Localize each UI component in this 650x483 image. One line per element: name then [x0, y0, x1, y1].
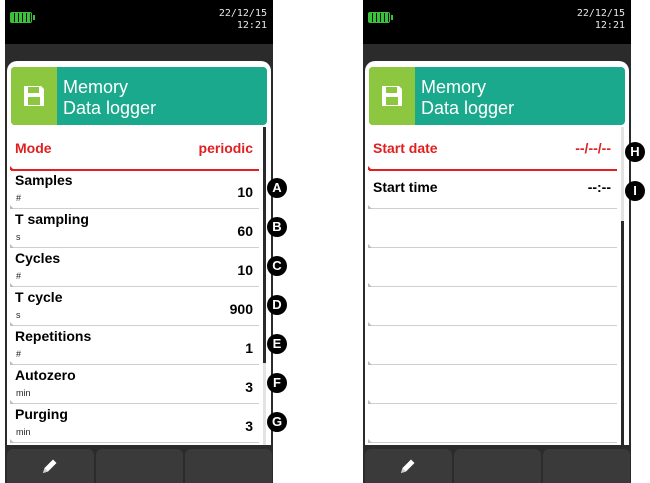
page-title: Memory Data logger [421, 77, 514, 119]
row-label: T sampling [15, 211, 89, 227]
row-label: T cycle [15, 289, 63, 305]
row-empty [368, 248, 617, 287]
callout-marker-h: H [625, 142, 645, 162]
row-label: Autozero [15, 367, 76, 383]
battery-icon [368, 12, 393, 23]
row-purging[interactable]: Purging min 3 [10, 404, 259, 443]
page-title: Memory Data logger [63, 77, 156, 119]
time-text: 12:21 [236, 20, 267, 31]
row-value: 3 [245, 418, 253, 434]
page-header: Memory Data logger [369, 67, 625, 125]
row-empty [368, 404, 617, 443]
row-label: Samples [15, 172, 73, 188]
status-bar: 22/12/15 12:21 [363, 0, 631, 44]
header-icon-box [369, 67, 415, 125]
battery-icon [10, 12, 35, 23]
row-t-cycle[interactable]: T cycle s 900 [10, 287, 259, 326]
row-value: 900 [229, 301, 253, 317]
time-text: 12:21 [594, 20, 625, 31]
callout-marker-g: G [267, 412, 287, 432]
row-empty [368, 287, 617, 326]
row-value: 10 [237, 262, 253, 278]
title-line-1: Memory [421, 77, 487, 97]
status-bar: 22/12/15 12:21 [5, 0, 273, 44]
row-label: Cycles [15, 250, 61, 266]
row-value: --/--/-- [575, 140, 611, 156]
row-unit: # [16, 193, 22, 203]
scroll-thumb[interactable] [263, 127, 266, 363]
device-screen-right: 22/12/15 12:21 Memory Data logger Start … [363, 0, 631, 483]
callout-marker-i: I [625, 181, 645, 201]
callout-marker-d: D [267, 295, 287, 315]
row-label: Mode [15, 140, 52, 156]
row-empty [368, 209, 617, 248]
date-text: 22/12/15 [576, 8, 625, 19]
scrollbar[interactable] [621, 127, 624, 445]
callout-marker-a: A [267, 178, 287, 198]
callout-marker-c: C [267, 256, 287, 276]
callout-marker-f: F [267, 373, 287, 393]
datetime: 22/12/15 12:21 [219, 8, 267, 32]
row-value: 60 [237, 223, 253, 239]
device-screen-left: 22/12/15 12:21 Memory Data logger Mode p… [5, 0, 273, 483]
save-icon [382, 86, 402, 106]
callout-marker-e: E [267, 334, 287, 354]
row-unit: s [16, 310, 21, 320]
scroll-thumb[interactable] [621, 221, 624, 445]
date-text: 22/12/15 [218, 8, 267, 19]
title-line-2: Data logger [63, 98, 157, 118]
row-start-time[interactable]: Start time --:-- [368, 170, 617, 209]
row-unit: s [16, 232, 21, 242]
header-icon-box [11, 67, 57, 125]
row-t-sampling[interactable]: T sampling s 60 [10, 209, 259, 248]
row-unit: # [16, 271, 22, 281]
row-repetitions[interactable]: Repetitions # 1 [10, 326, 259, 365]
callout-marker-b: B [267, 217, 287, 237]
row-autozero[interactable]: Autozero min 3 [10, 365, 259, 404]
pencil-icon [401, 459, 415, 473]
title-line-1: Memory [63, 77, 129, 97]
row-value: --:-- [587, 179, 611, 195]
edit-softkey[interactable] [365, 449, 452, 483]
title-line-2: Data logger [421, 98, 515, 118]
softkey-2[interactable] [454, 449, 541, 483]
content-panel: Memory Data logger Start date --/--/-- S… [365, 61, 629, 445]
datetime: 22/12/15 12:21 [577, 8, 625, 32]
row-label: Repetitions [15, 328, 92, 344]
row-unit: min [16, 427, 31, 437]
row-empty [368, 326, 617, 365]
save-icon [24, 86, 44, 106]
row-unit: # [16, 349, 22, 359]
row-mode[interactable]: Mode periodic [10, 131, 259, 171]
row-cycles[interactable]: Cycles # 10 [10, 248, 259, 287]
row-empty [368, 365, 617, 404]
row-value: periodic [198, 140, 253, 156]
scrollbar[interactable] [263, 127, 266, 445]
softkey-2[interactable] [96, 449, 183, 483]
row-value: 1 [245, 340, 253, 356]
row-value: 3 [245, 379, 253, 395]
row-unit: min [16, 388, 31, 398]
row-label: Purging [15, 406, 68, 422]
edit-softkey[interactable] [7, 449, 94, 483]
softkey-bar [363, 449, 631, 483]
row-value: 10 [237, 184, 253, 200]
softkey-3[interactable] [185, 449, 272, 483]
row-label: Start date [373, 140, 438, 156]
pencil-icon [43, 459, 57, 473]
page-header: Memory Data logger [11, 67, 267, 125]
row-label: Start time [373, 179, 438, 195]
row-start-date[interactable]: Start date --/--/-- [368, 131, 617, 171]
row-samples[interactable]: Samples # 10 [10, 170, 259, 209]
softkey-bar [5, 449, 273, 483]
softkey-3[interactable] [543, 449, 630, 483]
content-panel: Memory Data logger Mode periodic Samples… [7, 61, 271, 445]
